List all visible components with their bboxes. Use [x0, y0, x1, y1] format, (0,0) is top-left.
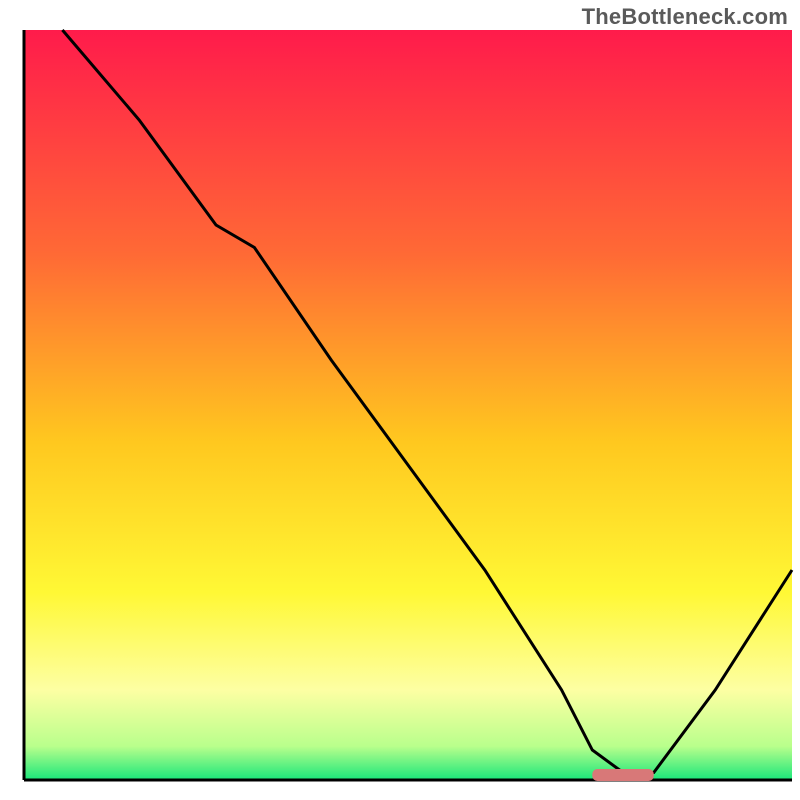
bottleneck-chart: TheBottleneck.com	[0, 0, 800, 800]
chart-svg	[0, 0, 800, 800]
plot-background	[24, 30, 792, 780]
watermark-label: TheBottleneck.com	[582, 4, 788, 30]
optimal-range-marker	[592, 769, 653, 781]
